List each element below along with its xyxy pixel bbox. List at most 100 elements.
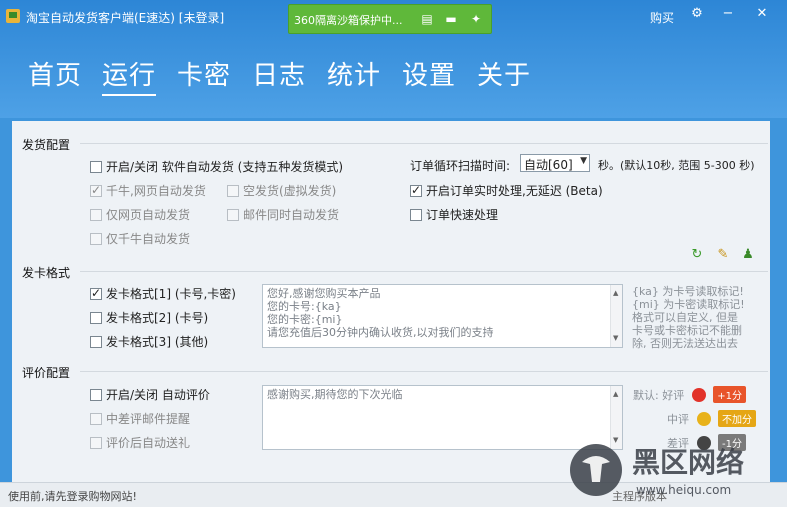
checkbox-label: 发卡格式[2] (卡号) <box>106 311 209 325</box>
header: 淘宝自动发货客户端(E速达) [未登录] 360隔离沙箱保护中... ▤ ▬ ✦… <box>0 0 787 118</box>
settings-gear-icon[interactable]: ⚙ <box>687 6 707 21</box>
refresh-icon[interactable]: ↻ <box>689 247 705 263</box>
scrollbar[interactable]: ▲ ▼ <box>610 285 622 347</box>
checkbox[interactable] <box>90 161 102 173</box>
title-bar: 淘宝自动发货客户端(E速达) [未登录] 360隔离沙箱保护中... ▤ ▬ ✦… <box>0 0 787 34</box>
checkbox-label: 中差评邮件提醒 <box>106 412 191 426</box>
tab-home[interactable]: 首页 <box>28 55 82 92</box>
minimize-icon[interactable]: − <box>718 6 738 21</box>
hint-line: 格式可以自定义, 但是 <box>632 311 738 324</box>
checkbox-label: 空发货(虚拟发货) <box>243 184 337 198</box>
template-line: 感谢购买,期待您的下次光临 <box>267 388 403 401</box>
section-divider <box>80 371 768 372</box>
watermark-cn-text: 黑区网络 <box>632 446 744 479</box>
checkbox[interactable] <box>90 389 102 401</box>
mode-empty-ship[interactable]: 空发货(虚拟发货) <box>227 182 336 199</box>
yellow-flower-icon <box>696 412 711 426</box>
checkbox-label: 开启/关闭 软件自动发货 (支持五种发货模式) <box>106 160 344 174</box>
card-format-3[interactable]: 发卡格式[3] (其他) <box>90 333 208 350</box>
card-template-textarea[interactable]: 您好,感谢您购买本产品 您的卡号:{ka} 您的卡密:{mi} 请您充值后30分… <box>262 284 623 348</box>
checkbox[interactable] <box>410 183 422 197</box>
section-title-shipping: 发货配置 <box>22 138 71 152</box>
checkbox-label: 开启/关闭 自动评价 <box>106 388 210 402</box>
tab-run[interactable]: 运行 <box>102 55 157 96</box>
template-line: 您的卡密:{mi} <box>267 313 343 326</box>
rating-good-label: 好评 <box>662 389 685 402</box>
status-message: 使用前,请先登录购物网站! <box>8 490 137 503</box>
edit-icon[interactable]: ✎ <box>715 247 731 263</box>
rating-good-row[interactable]: 默认: 好评 +1分 <box>633 386 746 403</box>
checkbox-label: 开启订单实时处理,无延迟 (Beta) <box>426 184 603 198</box>
checkbox[interactable] <box>227 209 239 221</box>
realtime-processing-toggle[interactable]: 开启订单实时处理,无延迟 (Beta) <box>410 182 603 199</box>
hint-line: 除, 否则无法送达出去 <box>632 337 738 350</box>
watermark-url-text: www.heiqu.com <box>636 483 731 497</box>
rating-neutral-row[interactable]: 中评 不加分 <box>667 410 756 427</box>
mode-qianniu-only[interactable]: 仅千牛自动发货 <box>90 230 190 247</box>
hint-line: {mi} 为卡密读取标记! <box>632 298 745 311</box>
sandbox-config-icon[interactable]: ▤ <box>417 9 437 29</box>
scan-interval-label: 订单循环扫描时间: <box>410 159 511 173</box>
auto-review-toggle[interactable]: 开启/关闭 自动评价 <box>90 386 210 403</box>
section-divider <box>80 271 768 272</box>
checkbox-label: 发卡格式[1] (卡号,卡密) <box>106 287 236 301</box>
checkbox[interactable] <box>90 437 102 449</box>
tab-about[interactable]: 关于 <box>477 55 531 92</box>
checkbox[interactable] <box>90 312 102 324</box>
checkbox-label: 仅千牛自动发货 <box>106 232 191 246</box>
mode-web-only[interactable]: 仅网页自动发货 <box>90 206 190 223</box>
review-email-alert[interactable]: 中差评邮件提醒 <box>90 410 190 427</box>
rating-neutral-label: 中评 <box>667 413 689 426</box>
rating-neutral-badge: 不加分 <box>718 410 756 427</box>
user-icon[interactable]: ♟ <box>740 247 756 263</box>
template-line: 请您充值后30分钟内确认收货,以对我们的支持 <box>267 326 494 339</box>
checkbox[interactable] <box>90 209 102 221</box>
tab-settings[interactable]: 设置 <box>402 55 456 92</box>
checkbox-label: 仅网页自动发货 <box>106 208 191 222</box>
checkbox[interactable] <box>227 185 239 197</box>
watermark-logo: 黑区网络 www.heiqu.com <box>570 444 744 497</box>
checkbox-label: 千牛,网页自动发货 <box>106 184 206 198</box>
rating-good-badge: +1分 <box>713 386 746 403</box>
run-panel: 发货配置 开启/关闭 软件自动发货 (支持五种发货模式) 千牛,网页自动发货 空… <box>12 121 770 482</box>
mode-qianniu-web[interactable]: 千牛,网页自动发货 <box>90 182 206 199</box>
checkbox-label: 评价后自动送礼 <box>106 436 191 450</box>
section-title-card-format: 发卡格式 <box>22 266 71 280</box>
app-logo-icon <box>6 9 20 23</box>
pin-icon[interactable]: ✦ <box>466 9 486 29</box>
template-line: 您好,感谢您购买本产品 <box>267 287 381 300</box>
scan-interval-select[interactable]: 自动[60] ▼ <box>520 154 590 172</box>
close-icon[interactable]: ✕ <box>752 6 772 21</box>
sandbox-label: 360隔离沙箱保护中... <box>294 14 403 27</box>
checkbox[interactable] <box>90 233 102 245</box>
tab-stats[interactable]: 统计 <box>327 55 381 92</box>
review-auto-gift[interactable]: 评价后自动送礼 <box>90 434 190 451</box>
card-format-hint: {ka} 为卡号读取标记! {mi} 为卡密读取标记! 格式可以自定义, 但是 … <box>632 285 760 350</box>
scan-interval-unit: 秒。(默认10秒, 范围 5-300 秒) <box>598 159 755 172</box>
checkbox[interactable] <box>90 183 102 197</box>
checkbox[interactable] <box>410 209 422 221</box>
tab-logs[interactable]: 日志 <box>252 55 306 92</box>
default-label: 默认: <box>633 389 659 402</box>
checkbox[interactable] <box>90 336 102 348</box>
quick-processing-toggle[interactable]: 订单快速处理 <box>410 206 498 223</box>
checkbox-label: 发卡格式[3] (其他) <box>106 335 209 349</box>
card-format-2[interactable]: 发卡格式[2] (卡号) <box>90 309 208 326</box>
red-flower-icon <box>691 388 706 402</box>
checkbox[interactable] <box>90 286 102 300</box>
section-title-review: 评价配置 <box>22 366 71 380</box>
checkbox[interactable] <box>90 413 102 425</box>
chevron-down-icon: ▼ <box>580 156 587 166</box>
section-divider <box>80 143 768 144</box>
buy-link[interactable]: 购买 <box>650 9 674 26</box>
checkbox-label: 订单快速处理 <box>426 208 499 222</box>
auto-ship-toggle[interactable]: 开启/关闭 软件自动发货 (支持五种发货模式) <box>90 158 343 175</box>
folder-icon[interactable]: ▬ <box>441 9 461 29</box>
sandbox-indicator[interactable]: 360隔离沙箱保护中... ▤ ▬ ✦ <box>288 4 492 34</box>
card-format-1[interactable]: 发卡格式[1] (卡号,卡密) <box>90 285 236 302</box>
hint-line: {ka} 为卡号读取标记! <box>632 285 744 298</box>
tab-cards[interactable]: 卡密 <box>177 55 231 92</box>
window-title: 淘宝自动发货客户端(E速达) [未登录] <box>26 11 225 25</box>
mode-email-sync[interactable]: 邮件同时自动发货 <box>227 206 339 223</box>
app-window: 淘宝自动发货客户端(E速达) [未登录] 360隔离沙箱保护中... ▤ ▬ ✦… <box>0 0 787 507</box>
